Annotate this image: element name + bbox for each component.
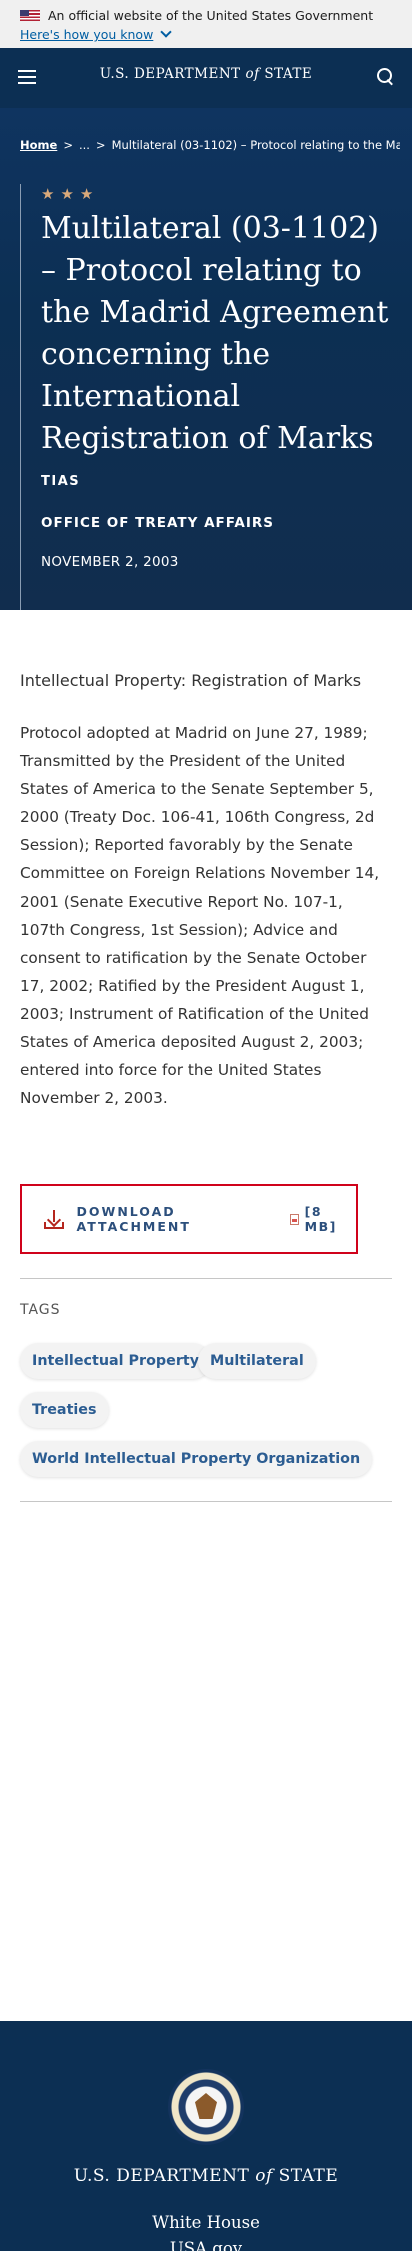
hero-divider-line xyxy=(20,184,21,610)
footer-logo-prefix: U.S. DEPARTMENT xyxy=(73,2166,250,2186)
logo-suffix: STATE xyxy=(264,66,313,82)
footer-logo-suffix: STATE xyxy=(278,2166,339,2186)
article-summary: Intellectual Property: Registration of M… xyxy=(20,671,362,690)
how-you-know-link[interactable]: Here's how you know xyxy=(20,27,153,42)
us-flag-icon xyxy=(20,10,40,21)
tag-multilateral[interactable]: Multilateral xyxy=(198,1343,316,1379)
office-name[interactable]: OFFICE OF TREATY AFFAIRS xyxy=(41,515,274,531)
divider xyxy=(20,1501,392,1502)
department-seal-icon xyxy=(168,2069,244,2145)
breadcrumb-current: Multilateral (03-1102) – Protocol relati… xyxy=(111,138,400,152)
breadcrumb-separator: > xyxy=(95,138,106,152)
divider xyxy=(20,1278,392,1279)
article-body: Protocol adopted at Madrid on June 27, 1… xyxy=(20,724,380,1108)
download-label: DOWNLOAD ATTACHMENT xyxy=(76,1204,191,1234)
pdf-file-icon xyxy=(290,1213,299,1225)
footer-link-white-house[interactable]: White House xyxy=(0,2213,412,2232)
stars-icon: ★★★ xyxy=(41,185,100,203)
gov-banner-text: An official website of the United States… xyxy=(48,8,374,23)
footer-logo-of: of xyxy=(255,2166,273,2186)
tags-heading: TAGS xyxy=(20,1302,61,1318)
download-attachment-button[interactable]: DOWNLOAD ATTACHMENT [8 MB] xyxy=(20,1184,358,1254)
breadcrumb-ellipsis[interactable]: ... xyxy=(79,138,90,152)
gov-banner: An official website of the United States… xyxy=(0,0,412,48)
tag-treaties[interactable]: Treaties xyxy=(20,1392,109,1428)
footer-logo[interactable]: U.S. DEPARTMENT of STATE xyxy=(0,2166,412,2186)
search-icon[interactable] xyxy=(377,68,395,86)
site-logo[interactable]: U.S. DEPARTMENT of STATE xyxy=(0,66,412,82)
site-footer: U.S. DEPARTMENT of STATE White House USA… xyxy=(0,2021,412,2251)
breadcrumb: Home >... > Multilateral (03-1102) – Protoc… xyxy=(20,138,400,152)
tag-wipo[interactable]: World Intellectual Property Organization xyxy=(20,1441,373,1477)
download-icon xyxy=(44,1209,64,1229)
tag-intellectual-property[interactable]: Intellectual Property xyxy=(20,1343,212,1379)
hero: Home >... > Multilateral (03-1102) – Protoc… xyxy=(0,108,412,610)
site-header: U.S. DEPARTMENT of STATE xyxy=(0,48,412,108)
file-size: [8 MB] xyxy=(304,1204,337,1234)
page-title: Multilateral (03-1102) – Protocol relati… xyxy=(41,211,389,456)
publish-date: NOVEMBER 2, 2003 xyxy=(41,554,179,570)
breadcrumb-home[interactable]: Home xyxy=(20,138,57,152)
logo-of: of xyxy=(245,66,260,82)
chevron-down-icon[interactable] xyxy=(160,26,172,38)
content-type-label: TIAS xyxy=(41,474,81,489)
breadcrumb-separator: > xyxy=(63,138,73,152)
footer-link-usa-gov[interactable]: USA.gov xyxy=(0,2239,412,2251)
logo-prefix: U.S. DEPARTMENT xyxy=(99,66,241,82)
